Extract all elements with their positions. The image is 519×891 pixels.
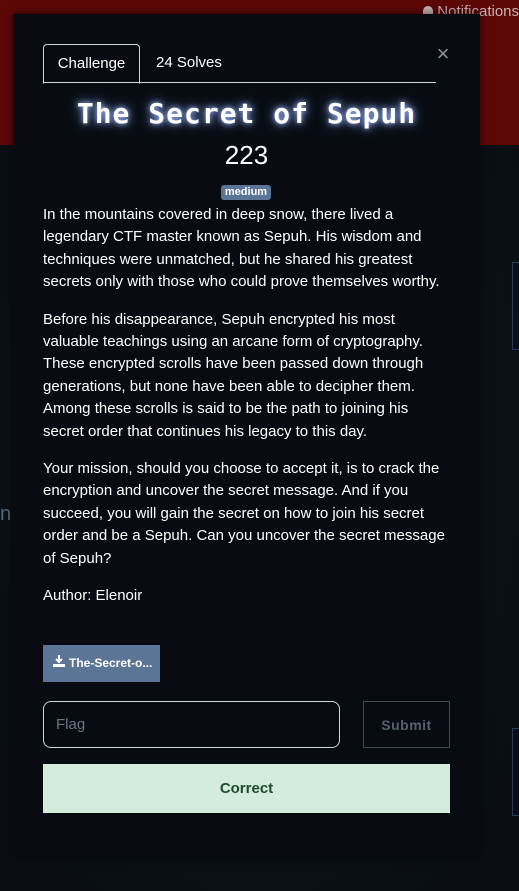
background-side-card — [512, 728, 519, 816]
close-icon[interactable]: × — [435, 43, 451, 65]
description-paragraph: Before his disappearance, Sepuh encrypte… — [43, 310, 424, 440]
challenge-points: 223 — [224, 140, 269, 170]
result-message: Correct — [43, 764, 450, 813]
flag-input[interactable] — [43, 701, 340, 748]
difficulty-badge: medium — [221, 185, 271, 200]
background-edge-text: n — [0, 503, 12, 525]
challenge-author: Author: Elenoir — [43, 587, 143, 604]
file-download-button[interactable]: The-Secret-o... — [43, 645, 160, 682]
file-name: The-Secret-o... — [69, 656, 153, 670]
modal-tabs: Challenge 24 Solves — [43, 44, 436, 84]
tab-challenge[interactable]: Challenge — [43, 44, 140, 84]
description-paragraph: In the mountains covered in deep snow, t… — [43, 206, 440, 291]
download-icon — [52, 645, 66, 682]
tab-solves[interactable]: 24 Solves — [156, 44, 222, 82]
challenge-modal: Challenge 24 Solves × The Secret of Sepu… — [13, 14, 480, 857]
submit-button[interactable]: Submit — [363, 701, 450, 748]
challenge-description: In the mountains covered in deep snow, t… — [43, 204, 448, 585]
description-paragraph: Your mission, should you choose to accep… — [43, 460, 445, 567]
challenge-title: The Secret of Sepuh — [76, 97, 417, 130]
background-side-card — [512, 262, 519, 350]
